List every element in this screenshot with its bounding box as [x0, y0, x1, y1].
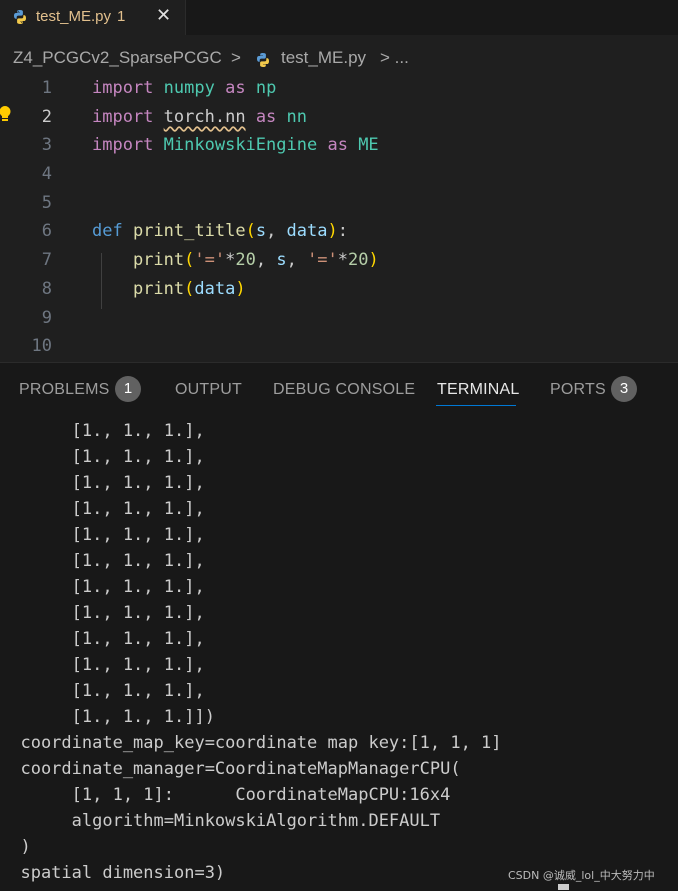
line-number: 9	[41, 308, 52, 328]
line-number: 3	[41, 135, 52, 155]
terminal-line: algorithm=MinkowskiAlgorithm.DEFAULT	[0, 811, 441, 831]
line-number: 1	[41, 78, 52, 98]
breadcrumb-more[interactable]: > ...	[380, 48, 409, 68]
ports-badge: 3	[611, 376, 637, 402]
indent-guide	[101, 253, 102, 309]
terminal-line: [1., 1., 1.]])	[0, 707, 215, 727]
punct: :	[337, 221, 348, 241]
function-name: print_title	[132, 221, 246, 241]
keyword: import	[92, 135, 154, 155]
code-line: 5	[0, 190, 678, 218]
string: '='	[194, 250, 226, 270]
tab-terminal[interactable]: TERMINAL	[437, 381, 520, 399]
module-alias: np	[255, 78, 277, 98]
terminal-line: [1., 1., 1.],	[0, 577, 205, 597]
terminal-line: [1., 1., 1.],	[0, 681, 205, 701]
tab-debug-console[interactable]: DEBUG CONSOLE	[273, 381, 415, 399]
terminal-line: )	[0, 837, 31, 857]
code-line: 6 def print_title(s, data):	[0, 218, 678, 246]
keyword-def: def	[92, 221, 123, 241]
python-file-icon	[14, 10, 26, 24]
keyword: import	[92, 107, 154, 127]
code-line: 4	[0, 161, 678, 189]
variable: s	[276, 250, 287, 270]
code-line: 1 import numpy as np	[0, 75, 678, 103]
function-call: print	[132, 279, 185, 299]
keyword: as	[327, 135, 348, 155]
terminal-line: coordinate_map_key=coordinate map key:[1…	[0, 733, 502, 753]
module-alias: ME	[358, 135, 379, 155]
string: '='	[307, 250, 338, 270]
close-icon[interactable]: ✕	[156, 5, 171, 26]
function-call: print	[132, 250, 185, 270]
breadcrumb: Z4_PCGCv2_SparsePCGC > test_ME.py > ...	[0, 44, 678, 74]
active-tab-indicator	[436, 405, 516, 406]
line-number: 6	[41, 221, 52, 241]
number: 20	[348, 250, 369, 270]
problems-badge: 1	[115, 376, 141, 402]
tab-output[interactable]: OUTPUT	[175, 381, 242, 399]
terminal-line: [1., 1., 1.],	[0, 421, 205, 441]
module-name: numpy	[163, 78, 215, 98]
variable: data	[194, 279, 236, 299]
punct: ,	[286, 250, 308, 270]
line-number: 2	[41, 107, 52, 127]
terminal-line: spatial dimension=3)	[0, 863, 226, 883]
watermark: CSDN @诚威_lol_中大努力中	[508, 869, 655, 882]
punct: ,	[266, 221, 287, 241]
terminal-line: coordinate_manager=CoordinateMapManagerC…	[0, 759, 461, 779]
terminal-cursor	[558, 884, 569, 890]
paren: (	[184, 279, 195, 299]
terminal-line: [1., 1., 1.],	[0, 655, 205, 675]
tab-problems[interactable]: PROBLEMS	[19, 381, 110, 399]
code-line: 9	[0, 305, 678, 333]
paren: )	[368, 250, 379, 270]
operator: *	[225, 250, 236, 270]
bottom-panel: PROBLEMS 1 OUTPUT DEBUG CONSOLE TERMINAL…	[0, 362, 678, 891]
breadcrumb-separator: >	[231, 48, 241, 67]
operator: *	[337, 250, 349, 270]
code-editor[interactable]: 1 import numpy as np 2 import torch.nn a…	[0, 75, 678, 362]
tab-ports[interactable]: PORTS	[550, 381, 606, 399]
keyword: as	[255, 107, 277, 127]
breadcrumb-file[interactable]: test_ME.py	[281, 48, 366, 68]
python-file-icon	[257, 53, 269, 67]
param: s	[255, 221, 267, 241]
param: data	[286, 221, 328, 241]
breadcrumb-folder[interactable]: Z4_PCGCv2_SparsePCGC	[13, 48, 222, 68]
line-number: 10	[31, 336, 52, 356]
terminal-line: [1., 1., 1.],	[0, 499, 205, 519]
terminal-line: [1., 1., 1.],	[0, 603, 205, 623]
tab-label: test_ME.py 1	[36, 8, 126, 25]
line-number: 8	[41, 279, 52, 299]
line-number: 5	[41, 193, 52, 213]
keyword: as	[225, 78, 246, 98]
paren: )	[327, 221, 338, 241]
line-number: 7	[41, 250, 52, 270]
code-line: 3 import MinkowskiEngine as ME	[0, 132, 678, 160]
code-line: 10	[0, 333, 678, 361]
editor-tab-bar: test_ME.py 1 ✕	[0, 0, 678, 35]
terminal-line: [1., 1., 1.],	[0, 629, 205, 649]
module-alias: nn	[286, 107, 308, 127]
terminal-line: [1, 1, 1]: CoordinateMapCPU:16x4	[0, 785, 451, 805]
module-name-warning[interactable]: torch.nn	[164, 107, 246, 127]
paren: )	[235, 279, 246, 299]
keyword: import	[92, 78, 154, 98]
line-number: 4	[41, 164, 52, 184]
terminal-line: [1., 1., 1.],	[0, 551, 205, 571]
terminal-line: [1., 1., 1.],	[0, 473, 205, 493]
paren: (	[184, 250, 195, 270]
punct: ,	[255, 250, 277, 270]
paren: (	[245, 221, 256, 241]
tab-test-me-py[interactable]: test_ME.py 1 ✕	[0, 0, 186, 35]
number: 20	[235, 250, 256, 270]
terminal-line: [1., 1., 1.],	[0, 525, 205, 545]
tab-problem-count: 1	[117, 8, 126, 25]
module-name: MinkowskiEngine	[163, 135, 318, 155]
terminal-line: [1., 1., 1.],	[0, 447, 205, 467]
code-line-active: 2 import torch.nn as nn	[0, 104, 678, 132]
